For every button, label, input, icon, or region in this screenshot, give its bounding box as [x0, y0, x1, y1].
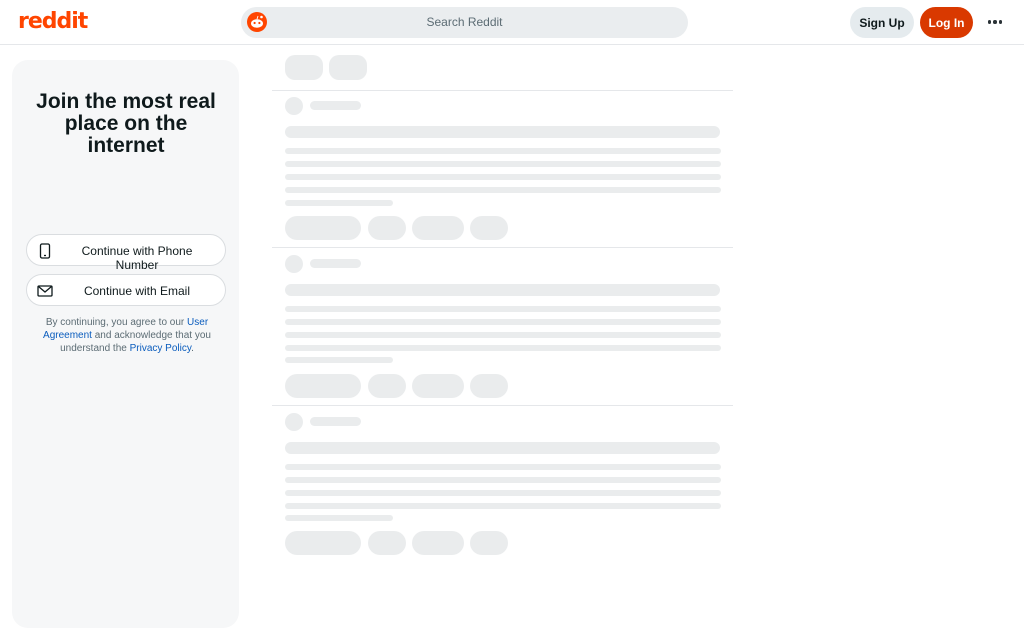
skeleton-subreddit: [310, 259, 361, 268]
skeleton-action: [470, 531, 508, 555]
legal-suffix: .: [191, 343, 194, 354]
skeleton-line: [285, 477, 721, 483]
feed-divider: [272, 90, 733, 91]
signup-sidebar: Join the most real place on the internet…: [12, 60, 239, 628]
legal-prefix: By continuing, you agree to our: [45, 317, 185, 328]
search-bar[interactable]: Search Reddit: [241, 7, 688, 38]
skeleton-action: [470, 216, 508, 240]
skeleton-action: [368, 216, 406, 240]
skeleton-title: [285, 284, 720, 296]
skeleton-title: [285, 126, 720, 138]
skeleton-line: [285, 161, 721, 167]
skeleton-action: [285, 531, 361, 555]
continue-with-email-button[interactable]: Continue with Email: [26, 274, 226, 306]
feed-divider: [272, 247, 733, 248]
privacy-policy-link[interactable]: Privacy Policy: [130, 343, 192, 354]
skeleton-line: [285, 319, 721, 325]
skeleton-subreddit: [310, 101, 361, 110]
skeleton-action: [412, 216, 464, 240]
sidebar-headline: Join the most real place on the internet: [36, 90, 216, 157]
skeleton-action: [412, 531, 464, 555]
more-horizontal-icon[interactable]: [984, 12, 1006, 32]
skeleton-line: [285, 332, 721, 338]
skeleton-line: [285, 306, 721, 312]
skeleton-avatar: [285, 97, 303, 115]
skeleton-line: [285, 187, 721, 193]
log-in-button[interactable]: Log In: [920, 7, 973, 38]
skeleton-line: [285, 464, 721, 470]
skeleton-line: [285, 515, 393, 521]
feed-divider: [272, 405, 733, 406]
skeleton-subreddit: [310, 417, 361, 426]
skeleton-action: [285, 216, 361, 240]
skeleton-line: [285, 490, 721, 496]
email-icon: [37, 285, 53, 297]
skeleton-view-pill: [329, 55, 367, 80]
skeleton-avatar: [285, 413, 303, 431]
skeleton-line: [285, 200, 393, 206]
skeleton-action: [285, 374, 361, 398]
skeleton-line: [285, 357, 393, 363]
continue-with-phone-button[interactable]: Continue with Phone Number: [26, 234, 226, 272]
legal-text: By continuing, you agree to our User Agr…: [32, 316, 222, 355]
skeleton-avatar: [285, 255, 303, 273]
phone-button-label: Continue with Phone Number: [81, 244, 193, 272]
sign-up-button[interactable]: Sign Up: [850, 7, 914, 38]
phone-icon: [39, 243, 51, 259]
search-input[interactable]: Search Reddit: [241, 15, 688, 29]
skeleton-action: [412, 374, 464, 398]
skeleton-action: [368, 374, 406, 398]
skeleton-line: [285, 148, 721, 154]
skeleton-line: [285, 503, 721, 509]
top-header: reddit Search Reddit Sign Up Log In: [0, 0, 1024, 45]
skeleton-line: [285, 174, 721, 180]
skeleton-action: [470, 374, 508, 398]
skeleton-title: [285, 442, 720, 454]
skeleton-line: [285, 345, 721, 351]
reddit-logo[interactable]: reddit: [18, 9, 88, 34]
email-button-label: Continue with Email: [83, 284, 191, 298]
skeleton-action: [368, 531, 406, 555]
skeleton-sort-pill: [285, 55, 323, 80]
